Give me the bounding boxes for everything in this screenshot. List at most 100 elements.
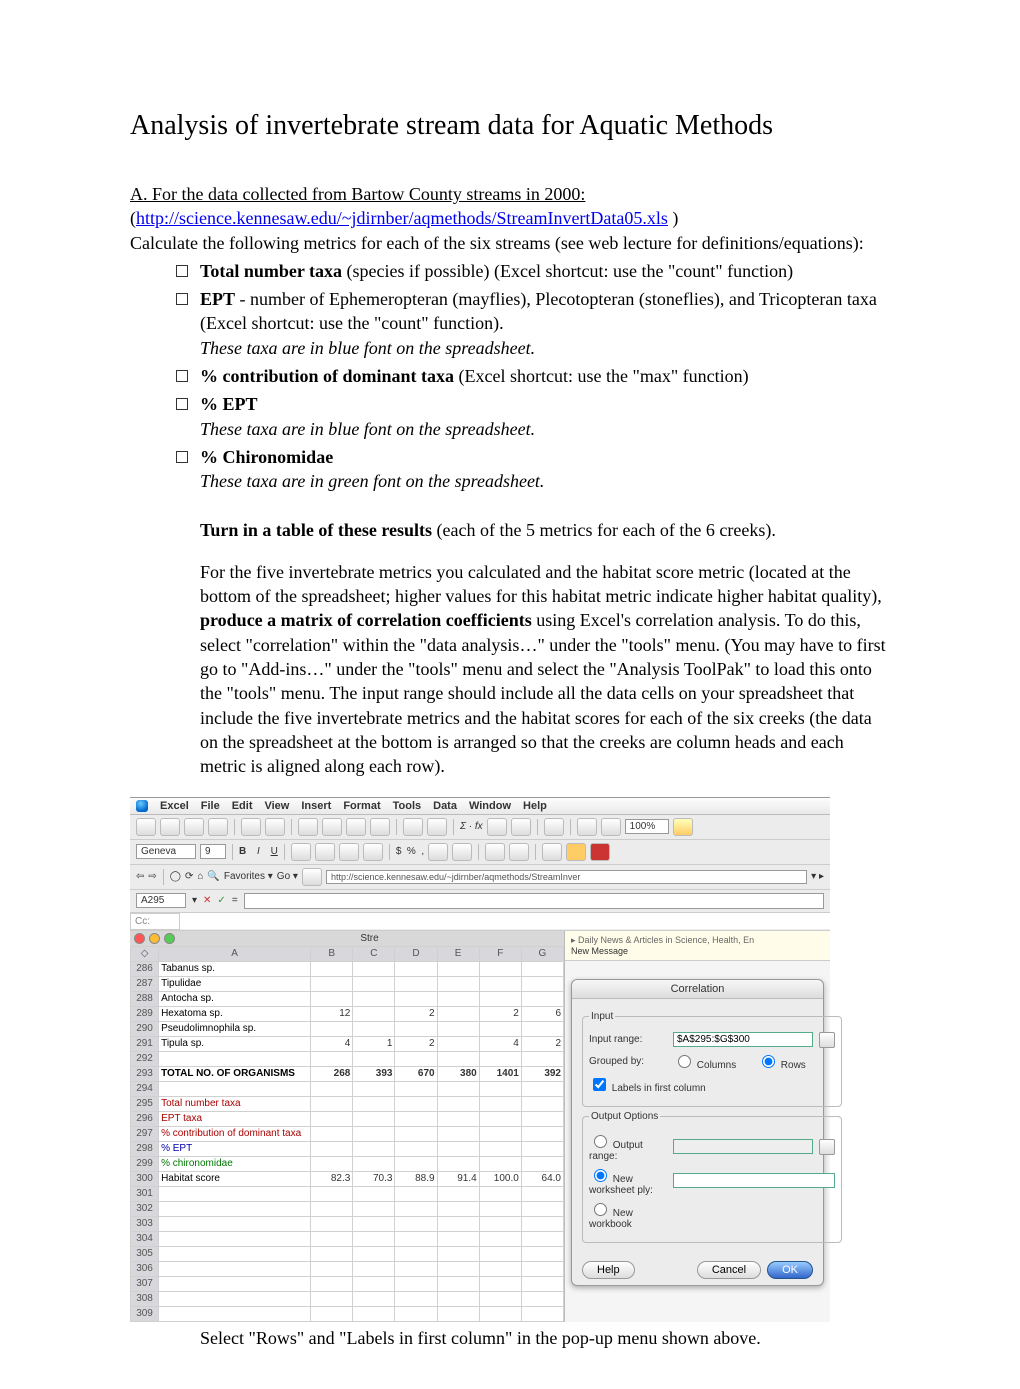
accept-formula-icon[interactable]: ✓ (217, 895, 225, 906)
section-a-heading: A. For the data collected from Bartow Co… (130, 184, 585, 204)
toolbar-button[interactable] (427, 818, 447, 836)
toolbar-button[interactable] (241, 818, 261, 836)
metric-ept-label: EPT (200, 289, 235, 309)
radio-rows[interactable]: Rows (757, 1052, 835, 1071)
worksheet[interactable]: Stre ◇ABCDEFG286Tabanus sp.287Tipulidae2… (130, 931, 564, 1322)
toolbar-button[interactable] (298, 818, 318, 836)
align-left-button[interactable] (291, 843, 311, 861)
toolbar-separator (389, 844, 390, 860)
menu-excel[interactable]: Excel (160, 800, 189, 812)
search-icon[interactable]: 🔍 (207, 871, 219, 882)
minimize-dot-icon[interactable] (149, 933, 160, 944)
toolbar-separator (570, 819, 571, 835)
toolbar-button[interactable] (265, 818, 285, 836)
menu-insert[interactable]: Insert (301, 800, 331, 812)
toolbar-button[interactable] (184, 818, 204, 836)
formatting-toolbar: Geneva 9 B I U $ % , (130, 840, 830, 865)
ok-button[interactable]: OK (767, 1261, 813, 1279)
metric-chiro-note: These taxa are in green font on the spre… (200, 471, 544, 491)
decrease-decimal-button[interactable] (452, 843, 472, 861)
menu-data[interactable]: Data (433, 800, 457, 812)
font-size-select[interactable]: 9 (200, 844, 226, 859)
menu-format[interactable]: Format (343, 800, 380, 812)
metric-item-ept: EPT - number of Ephemeropteran (mayflies… (200, 287, 890, 360)
radio-columns[interactable]: Columns (673, 1052, 751, 1071)
toolbar-button[interactable] (208, 818, 228, 836)
radio-new-workbook[interactable]: New workbook (589, 1200, 667, 1230)
toolbar-button[interactable] (544, 818, 564, 836)
outdent-button[interactable] (509, 843, 529, 861)
help-icon[interactable] (673, 818, 693, 836)
help-button[interactable]: Help (582, 1261, 635, 1279)
toolbar-button[interactable] (577, 818, 597, 836)
radio-new-worksheet[interactable]: New worksheet ply: (589, 1166, 667, 1196)
url-field[interactable]: http://science.kennesaw.edu/~jdirnber/aq… (326, 870, 807, 884)
cancel-button[interactable]: Cancel (697, 1261, 761, 1279)
font-color-button[interactable] (590, 843, 610, 861)
toolbar-separator (232, 844, 233, 860)
go-button[interactable]: Go ▾ (277, 871, 298, 882)
menu-view[interactable]: View (264, 800, 289, 812)
stop-icon[interactable]: ◯ (170, 871, 181, 882)
menu-tools[interactable]: Tools (393, 800, 422, 812)
merge-button[interactable] (363, 843, 383, 861)
formula-input[interactable] (244, 893, 824, 909)
menu-edit[interactable]: Edit (232, 800, 253, 812)
output-range-field[interactable] (673, 1139, 813, 1154)
toolbar-separator (163, 869, 164, 885)
data-url-link[interactable]: http://science.kennesaw.edu/~jdirnber/aq… (136, 208, 668, 228)
name-box[interactable]: A295 (136, 893, 186, 908)
zoom-select[interactable]: 100% (625, 819, 669, 834)
toolbar-button[interactable] (601, 818, 621, 836)
fill-color-button[interactable] (566, 843, 586, 861)
radio-output-range[interactable]: Output range: (589, 1132, 667, 1162)
align-right-button[interactable] (339, 843, 359, 861)
toolbar-button[interactable] (487, 818, 507, 836)
toolbar-button[interactable] (322, 818, 342, 836)
align-center-button[interactable] (315, 843, 335, 861)
spreadsheet-grid[interactable]: ◇ABCDEFG286Tabanus sp.287Tipulidae288Ant… (130, 946, 564, 1322)
metric-dominant-desc: (Excel shortcut: use the "max" function) (454, 366, 749, 386)
home-icon[interactable]: ⌂ (197, 871, 203, 882)
cc-field[interactable] (180, 913, 830, 930)
close-dot-icon[interactable] (134, 933, 145, 944)
input-range-label: Input range: (589, 1034, 667, 1045)
toolbar-button[interactable] (346, 818, 366, 836)
refresh-icon[interactable]: ⟳ (185, 871, 193, 882)
toolbar-button[interactable] (403, 818, 423, 836)
menu-help[interactable]: Help (523, 800, 547, 812)
toolbar-separator (537, 819, 538, 835)
font-select[interactable]: Geneva (136, 844, 196, 859)
metric-chiro-label: % Chironomidae (200, 447, 333, 467)
input-fieldset: Input Input range: Grouped by: Columns R… (582, 1011, 842, 1107)
range-picker-icon[interactable] (819, 1139, 835, 1155)
excel-screenshot: Excel File Edit View Insert Format Tools… (130, 797, 830, 1322)
input-range-field[interactable] (673, 1032, 813, 1047)
zoom-dot-icon[interactable] (164, 933, 175, 944)
increase-decimal-button[interactable] (428, 843, 448, 861)
worksheet-name-field[interactable] (673, 1173, 835, 1188)
dialog-title: Correlation (572, 980, 823, 999)
range-picker-icon[interactable] (819, 1032, 835, 1048)
cancel-formula-icon[interactable]: ✕ (203, 895, 211, 906)
toolbar-button[interactable] (160, 818, 180, 836)
toolbar-button[interactable] (302, 868, 322, 886)
toolbar-button[interactable] (136, 818, 156, 836)
formula-bar: A295 ▾ ✕ ✓ = (130, 890, 830, 913)
menu-file[interactable]: File (201, 800, 220, 812)
menu-window[interactable]: Window (469, 800, 511, 812)
correlation-dialog: Correlation Input Input range: Grouped b… (571, 979, 824, 1286)
turn-in-rest: (each of the 5 metrics for each of the 6… (432, 520, 776, 540)
back-icon[interactable]: ⇦ (136, 871, 144, 882)
toolbar-button[interactable] (370, 818, 390, 836)
favorites-button[interactable]: Favorites ▾ (224, 871, 273, 882)
standard-toolbar: Σ · fx 100% (130, 815, 830, 840)
indent-button[interactable] (485, 843, 505, 861)
forward-icon[interactable]: ⇨ (148, 871, 156, 882)
toolbar-button[interactable] (511, 818, 531, 836)
metric-item-chironomidae: % Chironomidae These taxa are in green f… (200, 445, 890, 494)
borders-button[interactable] (542, 843, 562, 861)
apple-icon[interactable] (136, 800, 148, 812)
labels-first-checkbox[interactable]: Labels in first column (589, 1075, 706, 1094)
corr-para-c: using Excel's correlation analysis. To d… (200, 610, 886, 776)
